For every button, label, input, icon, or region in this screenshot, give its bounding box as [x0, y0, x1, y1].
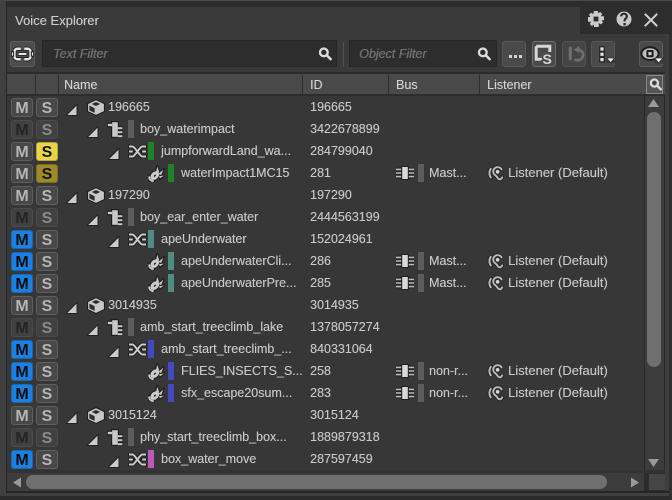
svg-text:S: S — [543, 51, 552, 65]
